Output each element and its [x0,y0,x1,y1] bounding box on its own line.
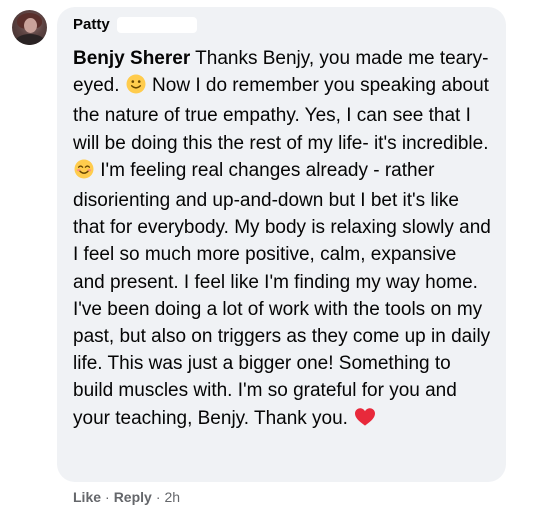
slightly-smiling-face-icon [126,74,146,102]
red-heart-icon [354,407,376,435]
mention-link[interactable]: Benjy Sherer [73,48,190,69]
reply-button[interactable]: Reply [114,489,152,505]
separator-dot: · [155,489,161,505]
avatar[interactable] [12,10,47,45]
comment-text-part-3: I'm feeling real changes already - rathe… [73,159,491,429]
comment-body: Benjy Sherer Thanks Benjy, you made me t… [73,45,493,435]
separator-dot: · [105,489,110,505]
smiling-face-with-smiling-eyes-icon [74,159,94,187]
avatar-face [24,18,37,33]
comment-bubble: Patty Benjy Sherer Thanks Benjy, you mad… [57,7,506,482]
comment-timestamp[interactable]: 2h [164,489,180,505]
avatar-shoulders [15,34,45,45]
like-button[interactable]: Like [73,489,101,505]
comment-actions: Like · Reply · 2h [73,489,180,505]
comment-author[interactable]: Patty [73,16,110,33]
comment-header: Patty [73,16,197,33]
redaction-box [116,16,197,33]
